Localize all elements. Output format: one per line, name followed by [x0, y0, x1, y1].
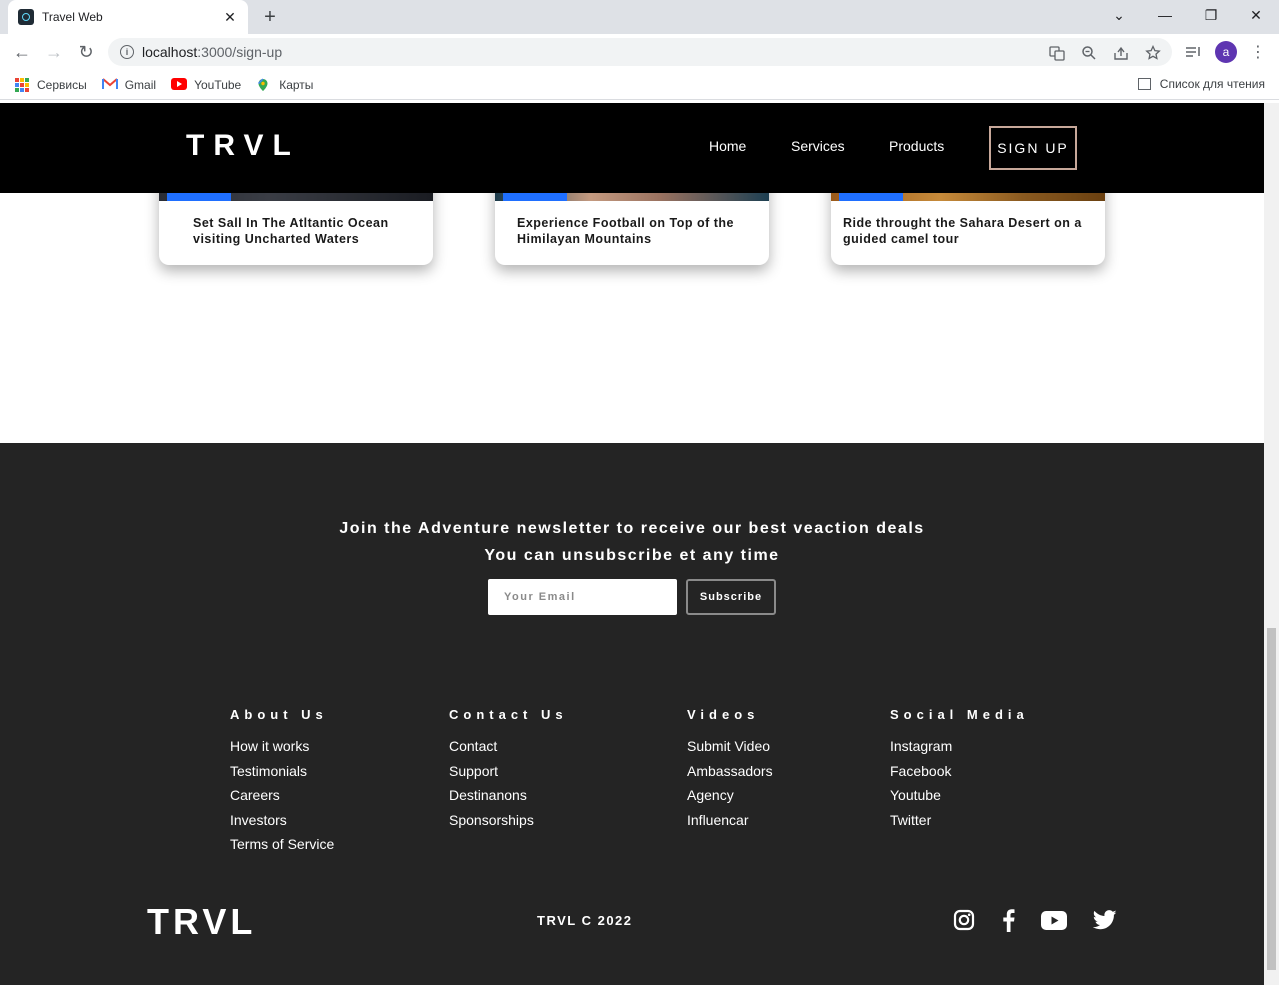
youtube-icon[interactable] [1040, 906, 1068, 934]
address-bar[interactable]: i localhost:3000/sign-up [108, 38, 1172, 66]
card-title: Experience Football on Top of the Himila… [517, 216, 734, 246]
bookmarks-bar: Сервисы Gmail YouTube Карты Список для ч… [0, 70, 1279, 100]
youtube-bookmark-icon [171, 77, 188, 92]
footer-link[interactable]: Youtube [890, 783, 1029, 808]
menu-kebab-icon[interactable]: ⋮ [1249, 43, 1267, 61]
footer-link[interactable]: Contact [449, 734, 568, 759]
bookmark-gmail[interactable]: Gmail [101, 77, 157, 92]
facebook-icon[interactable] [994, 906, 1022, 934]
instagram-icon[interactable] [950, 906, 978, 934]
new-tab-button[interactable]: + [258, 5, 282, 29]
footer-link[interactable]: Testimonials [230, 759, 334, 784]
footer-link[interactable]: Terms of Service [230, 832, 334, 857]
tab-strip: Travel Web ✕ + ⌄ — ❐ ✕ [0, 0, 1279, 34]
reading-list-icon [1137, 78, 1151, 90]
apps-grid-icon [15, 77, 29, 92]
footer-link[interactable]: Ambassadors [687, 759, 773, 784]
forward-icon[interactable]: → [40, 38, 68, 66]
nav-link-products[interactable]: Products [889, 138, 944, 154]
tab-title: Travel Web [42, 10, 103, 24]
footer-link[interactable]: Investors [230, 808, 334, 833]
minimize-icon[interactable]: — [1142, 0, 1188, 30]
reload-icon[interactable]: ↻ [72, 38, 100, 66]
site-footer: Join the Adventure newsletter to receive… [0, 443, 1264, 985]
media-queue-icon[interactable] [1184, 43, 1202, 61]
browser-tab[interactable]: Travel Web ✕ [8, 0, 248, 34]
footer-col-contact: Contact Us Contact Support Destinanons S… [449, 707, 568, 832]
footer-link[interactable]: Agency [687, 783, 773, 808]
tab-search-icon[interactable]: ⌄ [1096, 0, 1142, 30]
restore-icon[interactable]: ❐ [1188, 0, 1234, 30]
card-title: Ride throught the Sahara Desert on a gui… [843, 216, 1082, 246]
footer-link[interactable]: Facebook [890, 759, 1029, 784]
maps-icon [256, 77, 272, 92]
signup-button[interactable]: SIGN UP [989, 126, 1077, 170]
share-icon[interactable] [1112, 44, 1130, 62]
close-window-icon[interactable]: ✕ [1233, 0, 1279, 30]
bookmark-label: Gmail [124, 77, 157, 92]
scrollbar-thumb[interactable] [1267, 628, 1276, 970]
copyright-text: TRVL C 2022 [537, 913, 633, 928]
card-tag [839, 193, 903, 201]
footer-col-title: About Us [230, 707, 328, 722]
bookmark-star-icon[interactable] [1144, 44, 1162, 62]
footer-link[interactable]: Instagram [890, 734, 1029, 759]
footer-col-title: Videos [687, 707, 760, 722]
back-icon[interactable]: ← [8, 38, 36, 66]
url-text: localhost:3000/sign-up [142, 44, 283, 60]
card-title: Set Sall In The Atltantic Ocean visiting… [193, 216, 389, 246]
newsletter-subheading: You can unsubscribe et any time [484, 547, 780, 564]
footer-col-videos: Videos Submit Video Ambassadors Agency I… [687, 707, 773, 832]
close-tab-icon[interactable]: ✕ [222, 9, 238, 26]
footer-link[interactable]: Destinanons [449, 783, 568, 808]
bookmark-label: Карты [279, 77, 314, 92]
page-scrollbar[interactable] [1264, 103, 1279, 985]
react-favicon-icon [18, 9, 34, 25]
footer-col-social: Social Media Instagram Facebook Youtube … [890, 707, 1029, 832]
email-input[interactable] [488, 579, 677, 615]
newsletter-heading: Join the Adventure newsletter to receive… [339, 520, 925, 537]
footer-logo[interactable]: TRVL [147, 901, 256, 943]
nav-link-services[interactable]: Services [791, 138, 845, 154]
footer-col-about: About Us How it works Testimonials Caree… [230, 707, 334, 857]
profile-avatar[interactable]: a [1215, 41, 1237, 63]
twitter-icon[interactable] [1091, 906, 1119, 934]
bookmark-label: YouTube [194, 77, 242, 92]
footer-col-title: Contact Us [449, 707, 568, 722]
zoom-icon[interactable] [1080, 44, 1098, 62]
reading-list-button[interactable]: Список для чтения [1137, 77, 1265, 91]
footer-link[interactable]: Support [449, 759, 568, 784]
bookmark-maps[interactable]: Карты [256, 78, 313, 92]
footer-link[interactable]: Submit Video [687, 734, 773, 759]
browser-toolbar: ← → ↻ i localhost:3000/sign-up a ⋮ [0, 34, 1279, 70]
gmail-icon [101, 77, 118, 92]
card-tag [503, 193, 567, 201]
footer-link[interactable]: Careers [230, 783, 334, 808]
nav-link-home[interactable]: Home [709, 138, 746, 154]
bookmark-youtube[interactable]: YouTube [171, 77, 242, 92]
footer-link[interactable]: Sponsorships [449, 808, 568, 833]
bookmark-services[interactable]: Сервисы [15, 77, 87, 92]
subscribe-button[interactable]: Subscribe [686, 579, 776, 615]
footer-link[interactable]: Influencar [687, 808, 773, 833]
reading-list-label: Список для чтения [1159, 77, 1265, 91]
footer-link[interactable]: Twitter [890, 808, 1029, 833]
site-navbar: TRVL Home Services Products SIGN UP [0, 103, 1264, 193]
site-logo[interactable]: TRVL [186, 129, 300, 163]
bookmark-label: Сервисы [37, 77, 87, 92]
footer-link[interactable]: How it works [230, 734, 334, 759]
footer-col-title: Social Media [890, 707, 1029, 722]
translate-icon[interactable] [1048, 44, 1066, 62]
card-tag [167, 193, 231, 201]
page-viewport: Set Sall In The Atltantic Ocean visiting… [0, 103, 1264, 985]
site-info-icon[interactable]: i [120, 45, 134, 59]
